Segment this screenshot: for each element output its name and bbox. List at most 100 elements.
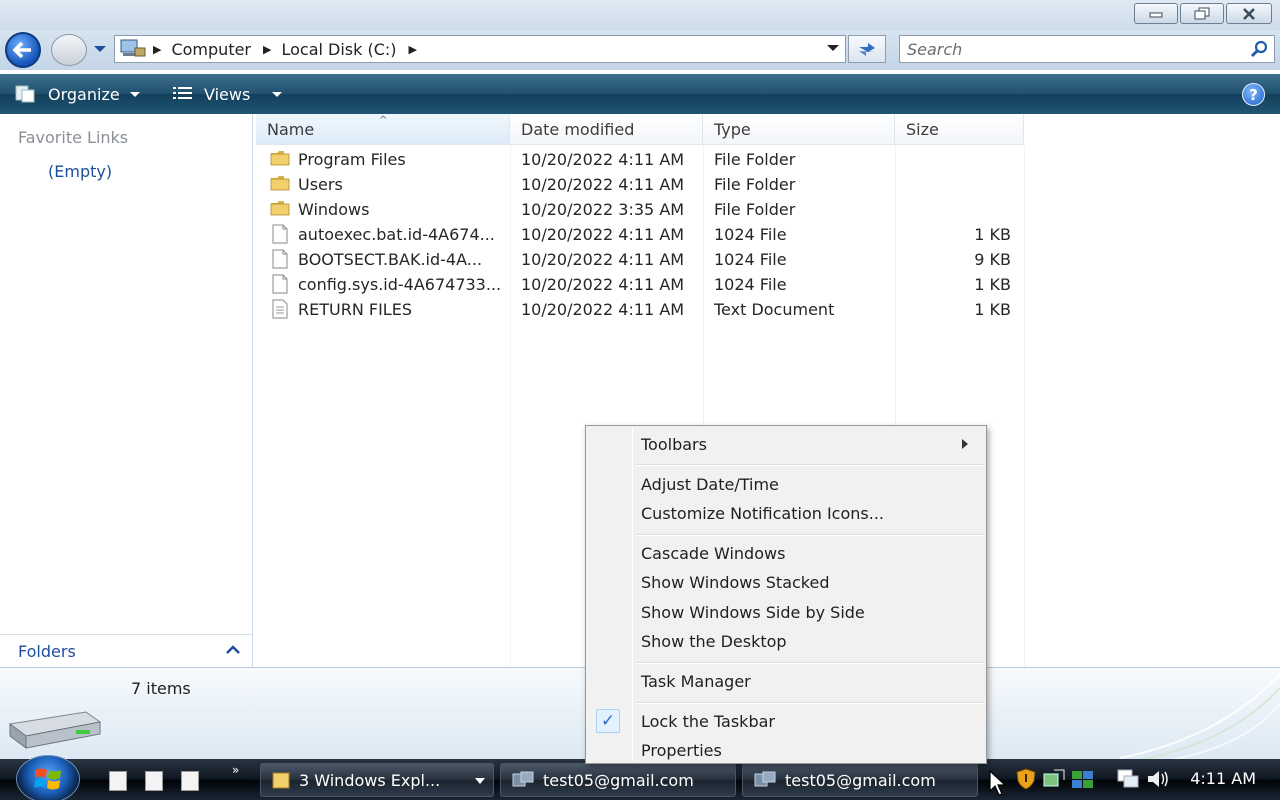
organize-label: Organize xyxy=(48,84,120,104)
network-status-icon[interactable] xyxy=(1042,768,1066,790)
file-row[interactable]: Users 10/20/2022 4:11 AM File Folder xyxy=(254,172,1024,197)
network-connection-icon[interactable] xyxy=(1116,768,1140,790)
command-bar: Organize Views ? xyxy=(0,74,1280,114)
views-icon xyxy=(173,87,192,99)
column-header-date-modified[interactable]: Date modified xyxy=(510,114,703,145)
column-divider xyxy=(1024,145,1025,667)
security-shield-icon[interactable] xyxy=(1016,768,1036,790)
address-bar[interactable]: ▶ Computer ▶ Local Disk (C:) ▶ xyxy=(114,35,846,63)
menu-item-toolbars[interactable]: Toolbars xyxy=(641,432,981,456)
refresh-icon xyxy=(859,43,875,56)
file-date: 10/20/2022 4:11 AM xyxy=(521,150,685,169)
file-row[interactable]: BOOTSECT.BAK.id-4A... 10/20/2022 4:11 AM… xyxy=(254,247,1024,272)
help-button[interactable]: ? xyxy=(1242,83,1265,106)
menu-separator xyxy=(635,464,984,466)
volume-icon[interactable] xyxy=(1146,768,1170,790)
menu-item-show-windows-side-by-side[interactable]: Show Windows Side by Side xyxy=(641,600,865,624)
breadcrumb-computer[interactable]: Computer xyxy=(171,40,251,59)
file-row[interactable]: config.sys.id-4A674733... 10/20/2022 4:1… xyxy=(254,272,1024,297)
file-size: 1 KB xyxy=(974,225,1011,244)
back-arrow-icon xyxy=(13,41,31,59)
file-name: autoexec.bat.id-4A674... xyxy=(298,225,495,244)
file-name: Program Files xyxy=(298,150,406,169)
menu-item-properties[interactable]: Properties xyxy=(641,738,722,762)
security-center-icon[interactable] xyxy=(1070,768,1096,790)
menu-separator xyxy=(635,662,984,664)
taskbar-button-windows-explorer[interactable]: 3 Windows Expl... xyxy=(260,763,494,797)
minimize-icon xyxy=(1149,12,1163,17)
menu-separator xyxy=(635,702,984,704)
taskbar: » 3 Windows Expl... test05@gmail.com tes… xyxy=(0,755,1280,800)
organize-button[interactable]: Organize xyxy=(14,74,140,114)
refresh-button[interactable] xyxy=(848,35,886,63)
menu-item-task-manager[interactable]: Task Manager xyxy=(641,669,751,693)
file-type: File Folder xyxy=(714,150,796,169)
start-button[interactable] xyxy=(16,755,80,800)
quick-launch-app-icon[interactable] xyxy=(181,771,199,791)
file-type: 1024 File xyxy=(714,225,787,244)
minimize-button[interactable] xyxy=(1134,3,1178,24)
views-button[interactable]: Views xyxy=(172,74,283,114)
clock[interactable]: 4:11 AM xyxy=(1190,769,1256,788)
menu-item-show-windows-stacked[interactable]: Show Windows Stacked xyxy=(641,570,830,594)
text-file-icon xyxy=(272,299,288,319)
quick-launch-show-desktop-icon[interactable] xyxy=(109,771,127,791)
taskbar-button-email-2[interactable]: test05@gmail.com xyxy=(742,763,978,797)
file-size: 9 KB xyxy=(974,250,1011,269)
quick-launch-switch-windows-icon[interactable] xyxy=(145,771,163,791)
decorative-swoosh xyxy=(1119,673,1280,760)
menu-separator xyxy=(635,534,984,536)
file-row[interactable]: Windows 10/20/2022 3:35 AM File Folder xyxy=(254,197,1024,222)
column-header-name[interactable]: ^ Name xyxy=(256,114,510,145)
column-header-type[interactable]: Type xyxy=(703,114,895,145)
quick-launch-more-button[interactable]: » xyxy=(232,763,239,777)
file-row[interactable]: RETURN FILES 10/20/2022 4:11 AM Text Doc… xyxy=(254,297,1024,322)
back-button[interactable] xyxy=(5,32,41,68)
notification-area: 4:11 AM xyxy=(1008,759,1280,800)
network-app-icon xyxy=(754,771,776,787)
mouse-cursor-icon xyxy=(989,770,1007,796)
file-type: Text Document xyxy=(714,300,835,319)
recent-pages-dropdown-icon[interactable] xyxy=(93,44,107,54)
menu-item-show-the-desktop[interactable]: Show the Desktop xyxy=(641,629,787,653)
hard-drive-icon xyxy=(8,711,102,749)
breadcrumb-separator-icon[interactable]: ▶ xyxy=(153,43,161,56)
folder-icon xyxy=(270,176,290,191)
folders-toggle[interactable]: Folders xyxy=(0,634,253,667)
menu-item-customize-notification-icons[interactable]: Customize Notification Icons... xyxy=(641,501,884,525)
item-count: 7 items xyxy=(131,679,191,698)
file-date: 10/20/2022 4:11 AM xyxy=(521,225,685,244)
menu-item-lock-the-taskbar[interactable]: Lock the Taskbar xyxy=(641,709,775,733)
chevron-down-icon xyxy=(475,778,485,784)
navigation-pane: Favorite Links (Empty) Folders xyxy=(0,114,253,667)
file-icon xyxy=(272,224,288,244)
search-icon[interactable] xyxy=(1250,40,1268,58)
file-name: config.sys.id-4A674733... xyxy=(298,275,502,294)
restore-button[interactable] xyxy=(1180,3,1224,24)
file-type: File Folder xyxy=(714,200,796,219)
menu-item-cascade-windows[interactable]: Cascade Windows xyxy=(641,541,785,565)
file-type: File Folder xyxy=(714,175,796,194)
breadcrumb-local-disk[interactable]: Local Disk (C:) xyxy=(281,40,396,59)
file-row[interactable]: Program Files 10/20/2022 4:11 AM File Fo… xyxy=(254,147,1024,172)
file-date: 10/20/2022 4:11 AM xyxy=(521,175,685,194)
file-name: BOOTSECT.BAK.id-4A... xyxy=(298,250,483,269)
breadcrumb-separator-icon[interactable]: ▶ xyxy=(263,43,271,56)
breadcrumb-separator-icon[interactable]: ▶ xyxy=(409,43,417,56)
forward-button[interactable] xyxy=(51,34,87,66)
submenu-arrow-icon xyxy=(962,439,968,449)
views-label: Views xyxy=(204,84,251,104)
address-dropdown-icon[interactable] xyxy=(827,44,839,52)
search-input[interactable] xyxy=(900,36,1230,62)
taskbar-button-email-1[interactable]: test05@gmail.com xyxy=(500,763,736,797)
folder-icon xyxy=(272,772,290,789)
file-size: 1 KB xyxy=(974,300,1011,319)
menu-icon-gutter xyxy=(632,428,633,761)
close-button[interactable] xyxy=(1226,3,1272,24)
window-controls xyxy=(1134,3,1272,24)
menu-item-adjust-date-time[interactable]: Adjust Date/Time xyxy=(641,472,779,496)
file-row[interactable]: autoexec.bat.id-4A674... 10/20/2022 4:11… xyxy=(254,222,1024,247)
close-icon xyxy=(1243,7,1255,20)
column-header-size[interactable]: Size xyxy=(895,114,1024,145)
chevron-down-icon xyxy=(129,91,140,97)
